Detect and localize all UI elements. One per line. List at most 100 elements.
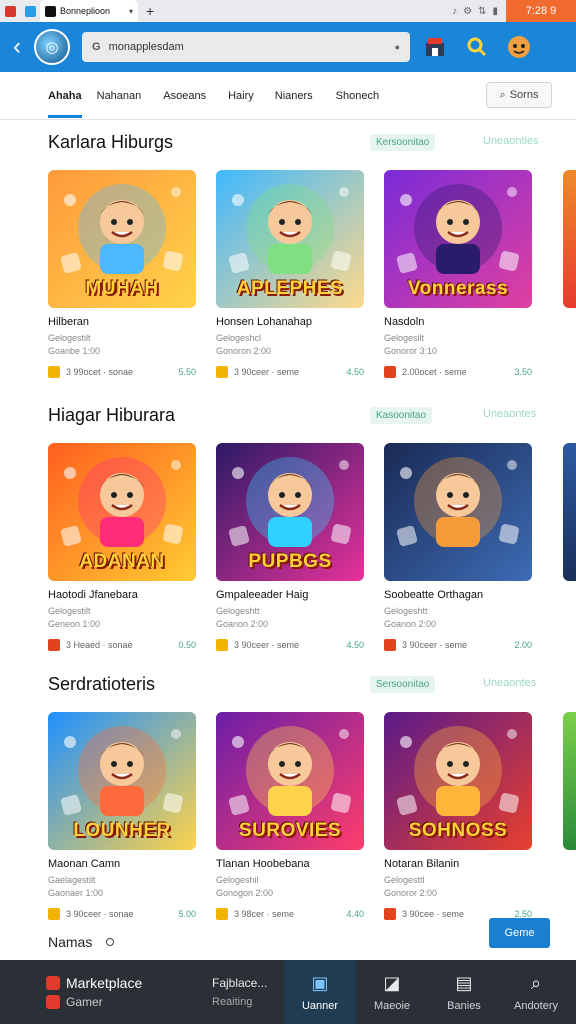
tab-nianers[interactable]: Nianers bbox=[275, 72, 313, 120]
tab-hairy[interactable]: Hairy bbox=[228, 72, 254, 120]
game-duration: Goanon 2:00 bbox=[384, 619, 437, 629]
game-thumbnail[interactable]: SOHNOSS bbox=[384, 712, 532, 850]
thumbnail-caption: Vonnerass bbox=[407, 278, 509, 299]
game-category: Gelogestilt bbox=[48, 333, 91, 343]
game-duration: Gonogon 2:00 bbox=[216, 888, 274, 898]
nav-label-bottom: Reaiting bbox=[212, 996, 253, 1008]
game-meta-row: 3 90ceer · seme 4.50 bbox=[216, 639, 364, 651]
game-card[interactable]: Vonnerass Nasdoln Gelogesilt Gonoror 3:1… bbox=[384, 170, 532, 378]
game-category: Gaelagestilt bbox=[48, 875, 96, 885]
nav-item-banies[interactable]: ▤ Banies bbox=[428, 960, 500, 1024]
game-card[interactable]: PUPBGS Gmpaleeader Haig Gelogeshtt Goano… bbox=[216, 443, 364, 651]
avatar-icon[interactable] bbox=[502, 30, 536, 64]
game-card[interactable]: ADANAN Haotodi Jfanebara Gelogestilt Gen… bbox=[48, 443, 196, 651]
tab-nahanan[interactable]: Nahanan bbox=[97, 72, 142, 120]
game-card[interactable]: LOUNHER Maonan Camn Gaelagestilt Gaonaer… bbox=[48, 712, 196, 920]
section-see-more-link[interactable]: Uneaontes bbox=[483, 408, 536, 420]
signal-icon: ▮ bbox=[492, 5, 498, 17]
bottom-navigation: Marketplace Gamer Fajblace... Reaiting ▣… bbox=[0, 960, 576, 1024]
thumbnail-caption: ADANAN bbox=[79, 551, 165, 572]
section-title: Karlara Hiburgs bbox=[48, 132, 174, 152]
game-category: Gelogeshtt bbox=[384, 606, 428, 616]
floating-action-button[interactable]: Geme bbox=[489, 918, 550, 948]
clock: 7:28 9 bbox=[506, 0, 576, 22]
game-thumbnail[interactable] bbox=[384, 443, 532, 581]
section-chip[interactable]: Kasoonitao bbox=[370, 407, 433, 424]
section-see-more-link[interactable]: Uneaontes bbox=[483, 677, 536, 689]
game-card[interactable]: Soobeatte Orthagan Gelogeshtt Goanon 2:0… bbox=[384, 443, 532, 651]
back-arrow-icon[interactable]: ‹ bbox=[0, 33, 34, 61]
game-duration: Gonoror 2:00 bbox=[384, 888, 438, 898]
game-title: Soobeatte Orthagan bbox=[384, 589, 484, 601]
marketplace-section[interactable]: Marketplace Gamer bbox=[0, 960, 212, 1024]
search-icon: ⌕ bbox=[530, 972, 542, 993]
game-meta: 2.00ocet · seme bbox=[402, 367, 467, 377]
nav-item-uanner[interactable]: ▣ Uanner bbox=[284, 960, 356, 1024]
section-chip[interactable]: Kersoonitao bbox=[370, 134, 436, 151]
tab-shonech[interactable]: Shonech bbox=[336, 72, 379, 120]
game-meta: 3 98cer · seme bbox=[234, 909, 295, 919]
card-row: LOUNHER Maonan Camn Gaelagestilt Gaonaer… bbox=[48, 712, 532, 920]
search-engine-icon: G bbox=[92, 41, 101, 53]
thumbnail-caption: SOHNOSS bbox=[408, 820, 508, 841]
next-card-peek[interactable] bbox=[563, 712, 576, 850]
game-card[interactable]: APLEPHES Honsen Lohanahap Gelogeshcl Gon… bbox=[216, 170, 364, 378]
sort-button[interactable]: ⌕ Sorns bbox=[486, 82, 552, 108]
game-meta-row: 3 99ocet · sonae 5.50 bbox=[48, 366, 196, 378]
new-tab-button[interactable]: + bbox=[146, 3, 154, 19]
badge-icon bbox=[48, 366, 60, 378]
game-rating: 3.50 bbox=[514, 367, 532, 377]
tab-pinned-twitter[interactable] bbox=[20, 0, 40, 22]
badge-icon bbox=[216, 908, 228, 920]
tab-active[interactable]: Bonneplioon ▾ bbox=[40, 0, 138, 22]
badge-icon bbox=[384, 366, 396, 378]
search-input[interactable]: G monapplesdam ● bbox=[82, 32, 410, 62]
game-thumbnail[interactable]: SUROVIES bbox=[216, 712, 364, 850]
nav-item-label: Maeoie bbox=[373, 999, 411, 1012]
game-thumbnail[interactable]: ADANAN bbox=[48, 443, 196, 581]
game-meta: 3 Heaed · sonae bbox=[66, 640, 133, 650]
section-chip[interactable]: Sersoonitao bbox=[370, 676, 436, 693]
voice-icon[interactable]: ● bbox=[395, 42, 400, 52]
game-thumbnail[interactable]: APLEPHES bbox=[216, 170, 364, 308]
nav-item-maeoie[interactable]: ◪ Maeoie bbox=[356, 960, 428, 1024]
game-meta: 3 90ceer · sonae bbox=[66, 909, 134, 919]
nav-item-fajblace[interactable]: Fajblace... Reaiting bbox=[212, 960, 284, 1024]
gamer-icon bbox=[46, 995, 60, 1009]
section-see-more-link[interactable]: Uneaonties bbox=[483, 135, 539, 147]
search-icon: ⌕ bbox=[499, 88, 506, 101]
badge-icon bbox=[384, 639, 396, 651]
system-tray: ♪ ⚙ ⇅ ▮ bbox=[452, 0, 506, 22]
game-card[interactable]: SUROVIES Tlanan Hoobebana Gelogeshil Gon… bbox=[216, 712, 364, 920]
game-card[interactable]: MUHAH Hilberan Gelogestilt Goanbe 1:00 3… bbox=[48, 170, 196, 378]
section-1: Hiagar Hiburara Kasoonitao Uneaontes ADA… bbox=[0, 401, 576, 661]
next-card-peek[interactable] bbox=[563, 443, 576, 581]
app-logo[interactable]: ◎ bbox=[34, 29, 70, 65]
game-rating: 4.50 bbox=[346, 367, 364, 377]
badge-icon bbox=[216, 366, 228, 378]
browser-tab-strip: Bonneplioon ▾ + ♪ ⚙ ⇅ ▮ 7:28 9 bbox=[0, 0, 576, 22]
search-icon[interactable] bbox=[460, 30, 494, 64]
store-icon[interactable] bbox=[418, 30, 452, 64]
thumbnail-caption: MUHAH bbox=[85, 278, 159, 299]
game-thumbnail[interactable]: MUHAH bbox=[48, 170, 196, 308]
nav-item-label: Andotery bbox=[513, 999, 559, 1012]
game-rating: 5.50 bbox=[178, 367, 196, 377]
game-card[interactable]: SOHNOSS Notaran Bilanin Gelogesttl Gonor… bbox=[384, 712, 532, 920]
game-thumbnail[interactable]: Vonnerass bbox=[384, 170, 532, 308]
game-thumbnail[interactable]: LOUNHER bbox=[48, 712, 196, 850]
game-meta-row: 3 90ceer · seme 2.00 bbox=[384, 639, 532, 651]
next-card-peek[interactable] bbox=[563, 170, 576, 308]
badge-icon bbox=[48, 908, 60, 920]
nav-item-andotery[interactable]: ⌕ Andotery bbox=[500, 960, 572, 1024]
tab-ahaha[interactable]: Ahaha bbox=[48, 72, 82, 120]
game-thumbnail[interactable]: PUPBGS bbox=[216, 443, 364, 581]
section-title: Serdratioteris bbox=[48, 674, 156, 694]
game-category: Gelogesttl bbox=[384, 875, 425, 885]
game-title: Tlanan Hoobebana bbox=[216, 858, 310, 870]
tab-asoeans[interactable]: Asoeans bbox=[163, 72, 206, 120]
tab-pinned-red[interactable] bbox=[0, 0, 20, 22]
chevron-down-icon[interactable]: ▾ bbox=[129, 7, 133, 16]
game-duration: Geneon 1:00 bbox=[48, 619, 101, 629]
tab-favicon-icon bbox=[45, 5, 56, 17]
